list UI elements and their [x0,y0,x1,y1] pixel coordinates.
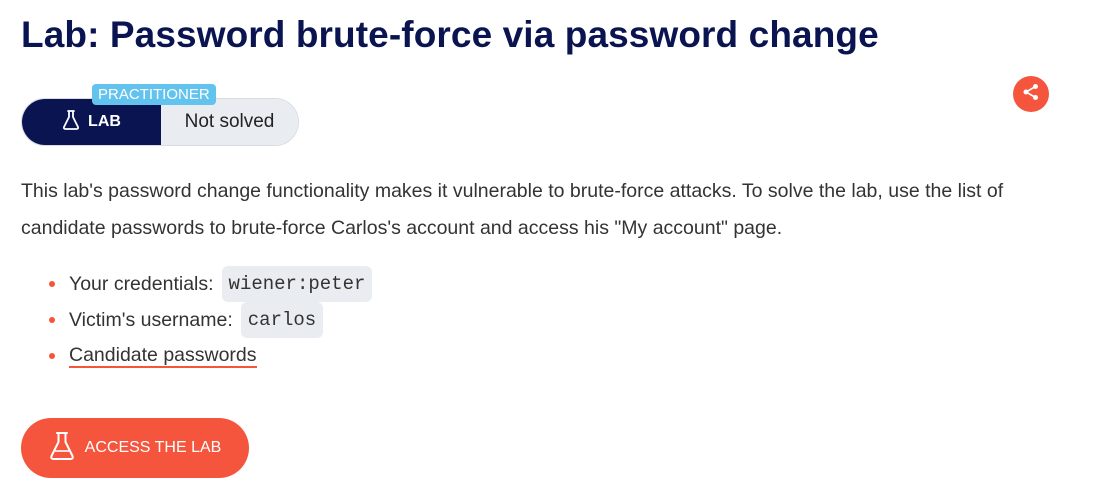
access-lab-label: ACCESS THE LAB [84,439,222,456]
list-item-candidates: Candidate passwords [21,338,372,374]
lab-label-segment: LAB [22,99,161,145]
lab-status-pill: LAB Not solved [21,98,299,146]
page-title: Lab: Password brute-force via password c… [21,14,879,55]
share-icon [1022,83,1040,106]
list-item-victim: Victim's username: carlos [21,302,372,338]
lab-badge: PRACTITIONER LAB Not solved [21,84,301,146]
list-item-credentials: Your credentials: wiener:peter [21,266,373,302]
share-button[interactable] [1013,76,1049,112]
level-tag: PRACTITIONER [92,84,216,105]
lab-page: Lab: Password brute-force via password c… [0,0,1099,489]
victim-label: Victim's username: [69,308,233,331]
victim-username-value: carlos [240,302,324,338]
flask-icon [62,109,80,135]
lab-label: LAB [88,113,121,130]
flask-icon [49,431,75,466]
lab-info-list: Your credentials: wiener:peter Victim's … [21,266,373,374]
credentials-label: Your credentials: [69,272,214,295]
status-segment: Not solved [161,99,298,145]
credentials-value: wiener:peter [221,266,373,302]
lab-description: This lab's password change functionality… [21,180,1004,239]
status-text: Not solved [184,111,275,132]
candidate-passwords-link[interactable]: Candidate passwords [69,344,257,368]
access-lab-button[interactable]: ACCESS THE LAB [21,418,249,478]
